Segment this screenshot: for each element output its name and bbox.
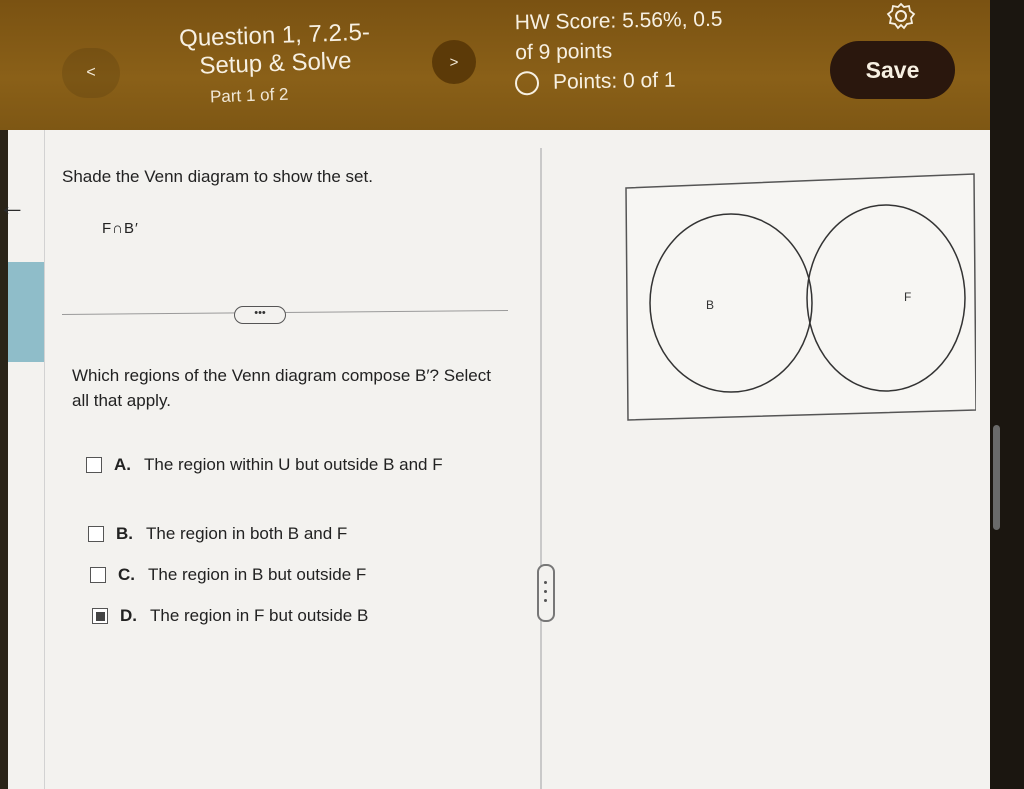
question-header: < Question 1, 7.2.5- Setup & Solve Part … <box>0 0 990 130</box>
option-text: The region in B but outside F <box>148 565 367 584</box>
option-d[interactable]: D. The region in F but outside B <box>92 603 512 629</box>
option-letter: A. <box>114 455 131 474</box>
left-divider <box>44 130 45 789</box>
save-button[interactable]: Save <box>830 41 955 99</box>
points-status: Points: 0 of 1 <box>514 68 676 96</box>
option-a[interactable]: A. The region within U but outside B and… <box>86 452 506 478</box>
next-question-button[interactable]: > <box>432 40 476 84</box>
option-text: The region within U but outside B and F <box>144 455 443 474</box>
gear-icon[interactable] <box>884 2 918 30</box>
checkbox-a[interactable] <box>86 457 102 473</box>
question-text: Which regions of the Venn diagram compos… <box>72 366 491 410</box>
venn-diagram[interactable]: B F <box>624 170 976 424</box>
side-panel-tab[interactable] <box>8 262 44 362</box>
pane-resize-handle[interactable] <box>537 564 555 622</box>
back-arrow-icon[interactable]: ← <box>0 190 26 222</box>
instruction-text: Shade the Venn diagram to show the set. <box>62 167 373 186</box>
points-text: Points: 0 of 1 <box>552 68 676 94</box>
venn-label-b: B <box>706 298 714 312</box>
more-button[interactable]: ••• <box>234 306 286 324</box>
option-b[interactable]: B. The region in both B and F <box>88 521 508 547</box>
question-part: Part 1 of 2 <box>209 84 289 107</box>
set-expression: F∩B′ <box>102 220 139 237</box>
previous-question-button[interactable]: < <box>62 48 120 98</box>
chevron-right-icon: > <box>449 53 459 71</box>
option-letter: D. <box>120 606 137 625</box>
scrollbar[interactable] <box>993 425 1000 530</box>
option-letter: B. <box>116 524 133 543</box>
option-text: The region in F but outside B <box>150 606 369 625</box>
question-title: Question 1, 7.2.5- Setup & Solve <box>178 18 371 80</box>
pane-divider <box>540 148 542 789</box>
status-circle-icon <box>514 70 540 96</box>
universal-set-rect <box>625 173 976 421</box>
chevron-left-icon: < <box>86 64 96 81</box>
checkbox-d[interactable] <box>92 608 108 624</box>
checkbox-c[interactable] <box>90 567 106 583</box>
window-frame-right <box>990 0 1024 789</box>
venn-label-f: F <box>904 290 911 304</box>
option-text: The region in both B and F <box>146 524 348 543</box>
hw-score: HW Score: 5.56%, 0.5 of 9 points <box>514 7 723 65</box>
option-letter: C. <box>118 565 135 584</box>
checkbox-b[interactable] <box>88 526 104 542</box>
option-c[interactable]: C. The region in B but outside F <box>90 562 510 588</box>
